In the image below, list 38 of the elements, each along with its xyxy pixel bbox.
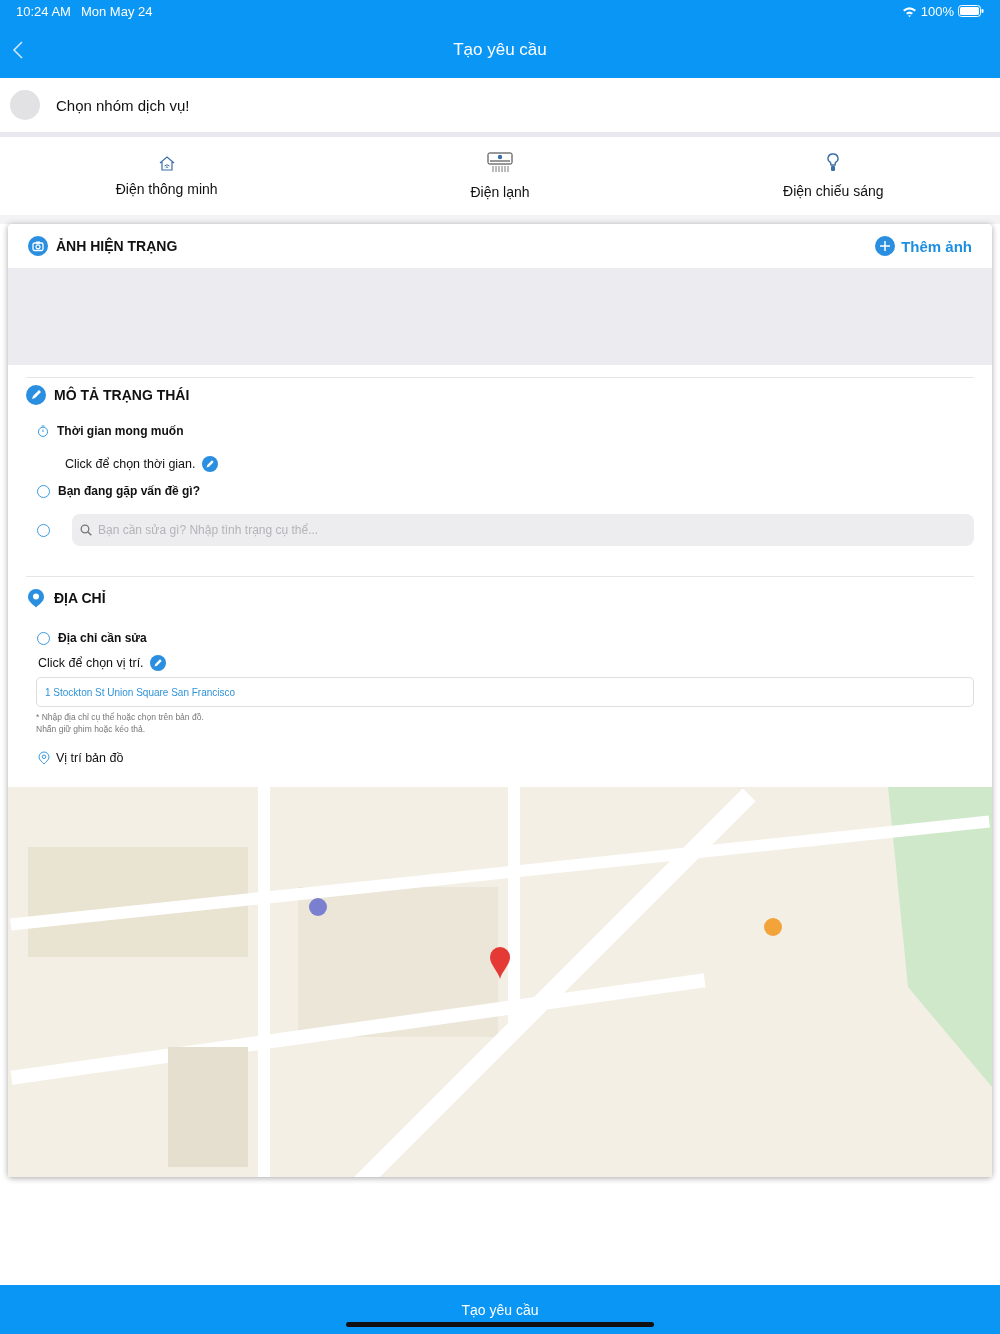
radio-button[interactable] xyxy=(37,523,50,537)
section-title: ĐỊA CHỈ xyxy=(54,590,106,606)
plus-icon xyxy=(875,236,896,256)
category-button[interactable]: Điện lạnh xyxy=(333,137,667,215)
status-time: 10:24 AM xyxy=(16,3,71,19)
screen-title: Tạo yêu cầu xyxy=(453,40,547,59)
helper-text: Nhấn giữ ghim hoặc kéo thả. xyxy=(36,723,147,735)
radio-button[interactable] xyxy=(37,484,50,498)
helper-text: * Nhập địa chỉ cụ thể hoặc chọn trên bản đồ. xyxy=(36,711,205,723)
smart-home-icon xyxy=(157,155,176,171)
map-label: Vị trí bản đồ xyxy=(56,751,124,765)
field-label: Thời gian mong muốn xyxy=(57,424,184,438)
camera-icon xyxy=(28,236,48,256)
service-group-label[interactable]: Chọn nhóm dịch vụ! xyxy=(56,96,190,114)
address-field[interactable]: 1 Stockton St Union Square San Francisco xyxy=(36,677,974,707)
edit-icon xyxy=(201,456,218,472)
air-conditioner-icon xyxy=(487,152,513,174)
location-picker-link[interactable]: Click để chọn vị trí. xyxy=(38,656,144,670)
group-avatar xyxy=(10,90,40,120)
map-pin-icon xyxy=(38,751,50,765)
time-picker-link[interactable]: Click để chọn thời gian. xyxy=(65,457,196,471)
section-title: ẢNH HIỆN TRẠNG xyxy=(56,238,178,254)
edit-icon xyxy=(149,655,166,671)
category-button[interactable]: Điện chiếu sáng xyxy=(666,137,1000,215)
status-date: Mon May 24 xyxy=(80,3,153,19)
field-label: Bạn đang gặp vấn đề gì? xyxy=(58,484,200,498)
battery-percent: 100% xyxy=(920,3,954,19)
battery-icon xyxy=(958,5,984,17)
section-title: MÔ TẢ TRẠNG THÁI xyxy=(54,387,190,403)
pencil-icon xyxy=(26,385,46,405)
wifi-icon xyxy=(901,5,917,17)
timer-icon xyxy=(37,425,49,437)
radio-button[interactable] xyxy=(37,631,50,645)
search-icon xyxy=(80,524,92,536)
field-label: Địa chỉ cần sửa xyxy=(58,631,147,645)
light-bulb-icon xyxy=(827,153,840,173)
category-button[interactable]: Điện thông minh xyxy=(0,137,334,215)
location-pin-icon xyxy=(26,588,46,608)
